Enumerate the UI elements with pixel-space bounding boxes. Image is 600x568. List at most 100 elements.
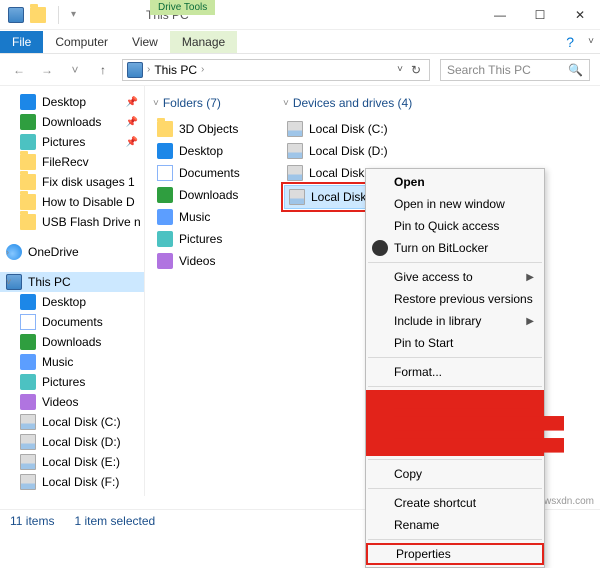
expand-ribbon-icon[interactable]: ˅ [588,36,594,47]
sidebar-quickaccess-item[interactable]: USB Flash Drive n [0,212,144,232]
folder-item[interactable]: Desktop [153,140,263,162]
drive-icon [20,474,36,490]
context-menu-item[interactable]: Copy [366,463,544,485]
status-item-count: 11 items [10,514,54,528]
pin-icon: 📌 [126,117,138,128]
sidebar-onedrive[interactable]: ›OneDrive [0,242,144,262]
address-dropdown-icon[interactable]: ˅ [393,64,407,75]
search-placeholder: Search This PC [447,63,531,77]
sidebar-pc-child[interactable]: Local Disk (F:) [0,472,144,492]
context-menu-item[interactable]: Include in library▶ [366,310,544,332]
pin-icon: 📌 [126,137,138,148]
download-icon [157,187,173,203]
search-icon[interactable]: 🔍 [568,63,583,77]
folder-icon [20,194,36,210]
sidebar-pc-child[interactable]: Videos [0,392,144,412]
sidebar-pc-child[interactable]: Local Disk (E:) [0,452,144,472]
sidebar-item-label: Local Disk (E:) [42,455,120,469]
context-menu-item[interactable]: Create shortcut [366,492,544,514]
breadcrumb-thispc[interactable]: This PC [150,63,201,77]
sidebar-item-label: OneDrive [28,245,79,259]
context-menu-item[interactable]: ████████████████████ [366,412,544,434]
context-menu-item[interactable]: Pin to Start [366,332,544,354]
sidebar-pc-child[interactable]: Downloads [0,332,144,352]
folder-item[interactable]: Music [153,206,263,228]
context-menu-item[interactable]: Turn on BitLocker [366,237,544,259]
back-button[interactable]: ← [10,63,28,77]
tab-file[interactable]: File [0,31,43,53]
sidebar-item-label: This PC [28,275,71,289]
sidebar-item-label: FileRecv [42,155,89,169]
context-menu-item[interactable]: Rename [366,514,544,536]
drive-item[interactable]: Local Disk (D:) [283,140,592,162]
context-menu-item[interactable]: ████████████████████ [366,434,544,456]
folder-item[interactable]: Pictures [153,228,263,250]
context-menu-item[interactable]: Open [366,171,544,193]
drive-label: Local Disk (D:) [309,144,388,158]
sidebar-pc-child[interactable]: Local Disk (C:) [0,412,144,432]
video-icon [20,394,36,410]
forward-button[interactable]: → [38,63,56,77]
recent-dropdown-icon[interactable]: ˅ [66,63,84,77]
address-bar[interactable]: › This PC › ˅ ↻ [122,59,430,81]
pc-icon [127,62,143,78]
navigation-pane[interactable]: Desktop📌Downloads📌Pictures📌FileRecvFix d… [0,86,145,496]
context-menu-item[interactable]: Open in new window [366,193,544,215]
tab-view[interactable]: View [120,31,170,53]
context-menu-item[interactable]: Pin to Quick access [366,215,544,237]
sidebar-item-label: Music [42,355,73,369]
context-menu-item[interactable]: ████████████████ [366,390,544,412]
qat-dropdown-icon[interactable]: ▾ [71,9,76,20]
chevron-right-icon[interactable]: › [201,64,204,75]
sidebar-pc-child[interactable]: Local Disk (D:) [0,432,144,452]
context-menu-item[interactable]: Properties [366,543,544,565]
sidebar-quickaccess-item[interactable]: How to Disable D [0,192,144,212]
folder-item[interactable]: Documents [153,162,263,184]
sidebar-item-label: USB Flash Drive n [42,215,141,229]
context-menu-item[interactable]: Give access to▶ [366,266,544,288]
context-menu-label: Open in new window [394,197,505,211]
drives-group-header[interactable]: ˅Devices and drives (4) [283,96,592,110]
refresh-icon[interactable]: ↻ [407,63,425,77]
folder-icon[interactable] [30,7,46,23]
help-icon[interactable]: ? [566,34,574,50]
context-menu-item[interactable]: Format... [366,361,544,383]
sidebar-item-label: Videos [42,395,78,409]
close-button[interactable]: ✕ [560,0,600,30]
sidebar-quickaccess-item[interactable]: Pictures📌 [0,132,144,152]
minimize-button[interactable]: — [480,0,520,30]
tab-manage[interactable]: Manage [170,31,237,53]
drive-label: Local Disk (C:) [309,122,388,136]
folder-item[interactable]: Downloads [153,184,263,206]
video-icon [157,253,173,269]
sidebar-this-pc[interactable]: ˅This PC [0,272,144,292]
pin-icon: 📌 [126,97,138,108]
context-menu-label: ████████████████ [394,394,530,408]
folder-label: Music [179,210,210,224]
sidebar-pc-child[interactable]: Documents [0,312,144,332]
sidebar-quickaccess-item[interactable]: Downloads 📌 [0,112,144,132]
context-menu-label: Format... [394,365,442,379]
search-input[interactable]: Search This PC 🔍 [440,59,590,81]
folder-item[interactable]: 3D Objects [153,118,263,140]
context-menu-item[interactable]: Restore previous versions [366,288,544,310]
sidebar-quickaccess-item[interactable]: Desktop📌 [0,92,144,112]
folder-item[interactable]: Videos [153,250,263,272]
folder-label: 3D Objects [179,122,238,136]
desktop-icon [20,294,36,310]
sidebar-pc-child[interactable]: Music [0,352,144,372]
up-button[interactable]: ↑ [94,63,112,77]
sidebar-quickaccess-item[interactable]: FileRecv [0,152,144,172]
folders-group-header[interactable]: ˅Folders (7) [153,96,263,110]
sidebar-pc-child[interactable]: Desktop [0,292,144,312]
drive-icon [20,434,36,450]
maximize-button[interactable]: ☐ [520,0,560,30]
tab-computer[interactable]: Computer [43,31,120,53]
context-menu-label: Pin to Quick access [394,219,499,233]
drive-item[interactable]: Local Disk (C:) [283,118,592,140]
sidebar-pc-child[interactable]: Pictures [0,372,144,392]
folder-label: Pictures [179,232,222,246]
drive-icon [287,143,303,159]
sidebar-item-label: Downloads [42,115,101,129]
sidebar-quickaccess-item[interactable]: Fix disk usages 1 [0,172,144,192]
